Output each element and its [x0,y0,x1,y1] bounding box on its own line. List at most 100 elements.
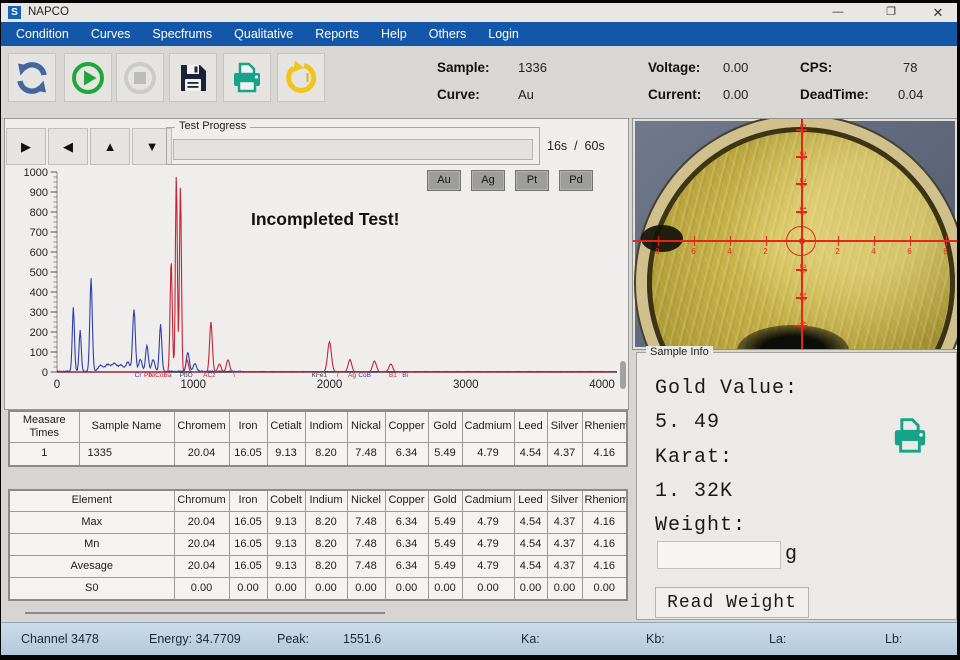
table-cell: 1 [9,443,79,467]
element-button-pt[interactable]: Pt [515,170,549,191]
app-logo-icon: S [8,6,21,19]
menu-item-specfrums[interactable]: Specfrums [141,22,223,46]
column-header: Indiom [305,411,347,443]
statistics-table: ElementChromumIronCobeltIndiumNickelCopp… [8,489,628,601]
column-header: Cadmium [462,490,514,512]
test-progress-group: Test Progress [166,127,540,165]
chart-scrollbar-thumb[interactable] [620,361,626,389]
voltage-value: 0.00 [723,60,748,75]
read-weight-button[interactable]: Read Weight [655,587,809,618]
current-label: Current: [648,87,701,102]
start-button[interactable] [64,53,112,102]
y-axis-tick-label: 500 [30,267,48,279]
table-cell: 16.05 [229,534,267,556]
table-cell: 0.00 [229,578,267,601]
peak-element-label: \ [233,372,235,379]
cps-label: CPS: [800,60,832,75]
table-cell: Avesage [9,556,174,578]
refresh-button[interactable] [8,53,56,102]
table-cell: Max [9,512,174,534]
weight-label: Weight: [655,514,746,537]
x-axis-tick-label: 0 [54,379,60,391]
camera-view: 8642246850302010201040 [632,118,957,350]
table-cell: 9.13 [267,534,305,556]
reticle-h-tick [730,236,732,246]
element-button-ag[interactable]: Ag [471,170,505,191]
voltage-label: Voltage: [648,60,700,75]
sample-value: 1336 [518,60,547,75]
test-progress-label: Test Progress [175,120,250,132]
table-header-row: ElementChromumIronCobeltIndiumNickelCopp… [9,490,627,512]
nav-up-button[interactable]: ▲ [90,128,130,165]
table-cell: 16.05 [229,443,267,467]
gold-value-label: Gold Value: [655,377,798,400]
element-button-au[interactable]: Au [427,170,461,191]
table-cell: 7.48 [347,443,385,467]
column-header: Rheniom [582,490,627,512]
minimize-button[interactable]: — [823,3,853,22]
table-cell: 16.05 [229,512,267,534]
menu-item-login[interactable]: Login [477,22,530,46]
table-cell: 6.34 [385,443,428,467]
menu-item-curves[interactable]: Curves [80,22,142,46]
print-button[interactable] [223,53,271,102]
reticle-h-tick-label: 6 [687,247,701,256]
peak-element-label: CoB [358,372,371,379]
reticle-h-tick [910,236,912,246]
table-cell: 4.16 [582,443,627,467]
menu-item-others[interactable]: Others [418,22,478,46]
table-cell: 5.49 [428,512,462,534]
column-header: Copper [385,411,428,443]
table-cell: 0.00 [462,578,514,601]
save-button[interactable] [169,53,217,102]
print-icon [229,60,265,96]
reticle-h-tick-label: 2 [831,247,845,256]
deadtime-value: 0.04 [898,87,923,102]
menu-item-qualitative[interactable]: Qualitative [223,22,304,46]
table-cell: 4.79 [462,534,514,556]
table-cell: 6.34 [385,512,428,534]
table-row: 1133520.0416.059.138.207.486.345.494.794… [9,443,627,467]
deadtime-label: DeadTime: [800,87,869,102]
maximize-button[interactable]: ❐ [876,3,906,22]
x-axis-tick-label: 4000 [589,379,615,391]
reticle-h-tick [838,236,840,246]
column-header: Gold [428,411,462,443]
table-row: S00.000.000.000.000.000.000.000.000.000.… [9,578,627,601]
curve-value: Au [518,87,534,102]
nav-right-button[interactable]: ▶ [6,128,46,165]
gold-value: 5. 49 [655,411,720,434]
reticle-v-tick-label: 40 [798,320,807,329]
nav-left-button[interactable]: ◀ [48,128,88,165]
menu-item-reports[interactable]: Reports [304,22,370,46]
karat-label: Karat: [655,446,733,469]
table-cell: 0.00 [347,578,385,601]
spectrum-chart: 0100200300400500600700800900100001000200… [5,166,625,408]
table-cell: 4.79 [462,556,514,578]
column-header: Silver [547,411,582,443]
measurements-table: Measare TimesSample NameChromemIronCetia… [8,410,628,467]
table-cell: 0.00 [547,578,582,601]
reticle-h-tick-label: 8 [939,247,953,256]
element-button-pd[interactable]: Pd [559,170,593,191]
reticle-h-tick-label: 8 [651,247,665,256]
stop-button[interactable] [116,53,164,102]
undo-button[interactable] [277,53,325,102]
sample-label: Sample: [437,60,490,75]
table-cell: 5.49 [428,443,462,467]
y-axis-tick-label: 100 [30,347,48,359]
print-result-icon[interactable] [887,415,933,457]
table-cell: 0.00 [385,578,428,601]
weight-input[interactable] [657,541,781,569]
close-button[interactable]: ✕ [923,3,953,22]
table-cell: 20.04 [174,556,229,578]
menu-item-help[interactable]: Help [370,22,418,46]
y-axis-tick-label: 700 [30,227,48,239]
peak-element-label: Cr [135,372,143,379]
table-cell: 20.04 [174,443,229,467]
table-cell: 5.49 [428,556,462,578]
menu-item-condition[interactable]: Condition [5,22,80,46]
reference-spectrum-line [57,177,616,372]
refresh-icon [14,60,50,96]
peak-element-label: KFe1 [312,372,328,379]
